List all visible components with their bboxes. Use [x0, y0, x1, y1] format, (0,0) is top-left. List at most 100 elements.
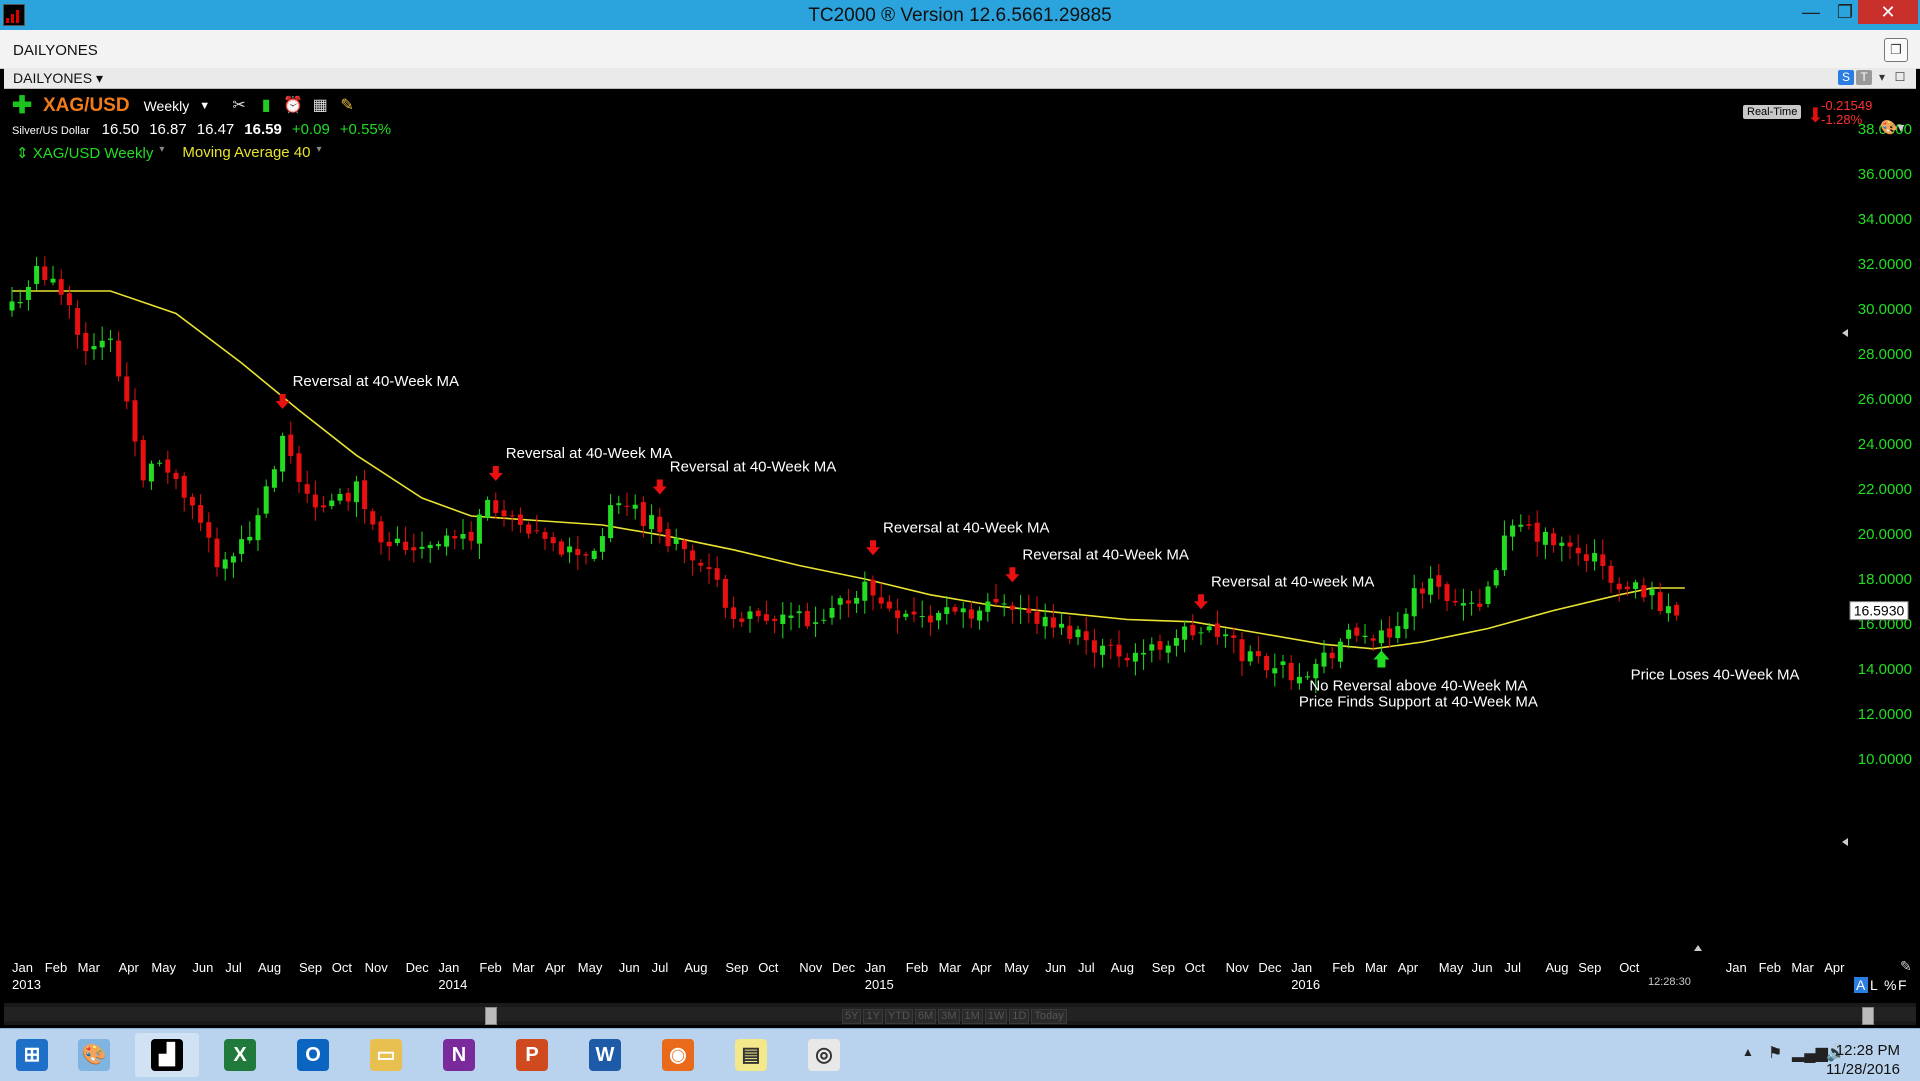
x-tick-label: Mar	[1791, 960, 1814, 975]
tray-expand-icon[interactable]: ▲	[1742, 1045, 1754, 1059]
taskbar-firefox[interactable]: ◉	[646, 1033, 710, 1077]
taskbar-windows-start[interactable]: ⊞	[0, 1033, 64, 1077]
network-icon[interactable]: ▂▄▆	[1792, 1043, 1828, 1063]
taskbar-sticky-notes[interactable]: ▤	[719, 1033, 783, 1077]
candle-body	[362, 480, 368, 510]
candle-body	[271, 469, 277, 488]
price-chart[interactable]: Reversal at 40-Week MAReversal at 40-Wee…	[4, 89, 1916, 1003]
range-button-1d[interactable]: 1D	[1009, 1009, 1030, 1024]
dropdown-icon[interactable]: ▾	[1874, 70, 1890, 85]
range-button-today[interactable]: Today	[1031, 1009, 1067, 1024]
calculator-icon[interactable]: ▦	[310, 96, 330, 116]
taskbar-paint[interactable]: 🎨	[62, 1033, 126, 1077]
restore-window-icon[interactable]: ❐	[1884, 38, 1908, 62]
scroll-right-handle[interactable]	[1862, 1007, 1874, 1025]
taskbar-tc2000[interactable]: ▟	[135, 1033, 199, 1077]
ma-dropdown-icon[interactable]: ▾	[317, 144, 322, 162]
down-arrow-icon	[1194, 594, 1208, 610]
x-tick-label: Dec	[832, 960, 856, 975]
range-button-ytd[interactable]: YTD	[884, 1009, 913, 1024]
close-button[interactable]: ✕	[1858, 0, 1918, 24]
taskbar-excel[interactable]: X	[208, 1033, 272, 1077]
corner-label[interactable]: A	[1856, 977, 1866, 993]
add-plus-icon[interactable]: ✚	[12, 94, 34, 118]
range-button-1y[interactable]: 1Y	[863, 1009, 883, 1024]
taskbar-chrome[interactable]: ◎	[792, 1033, 856, 1077]
candle-body	[1313, 663, 1319, 679]
candle-body	[1149, 644, 1155, 651]
candle-body	[1337, 641, 1343, 662]
candle-body	[1657, 592, 1663, 611]
candle-body	[99, 340, 105, 348]
candle-body	[632, 504, 638, 509]
s-icon[interactable]: S	[1838, 70, 1854, 85]
annotation-label: Reversal at 40-Week MA	[883, 519, 1049, 536]
series-dropdown-icon[interactable]: ▾	[159, 144, 164, 162]
scroll-left-handle[interactable]	[485, 1007, 497, 1025]
candle-body	[1641, 585, 1647, 598]
corner-label[interactable]: F	[1898, 977, 1907, 993]
candle-body	[173, 472, 179, 480]
down-arrow-icon	[866, 540, 880, 556]
t-icon[interactable]: T	[1856, 70, 1872, 85]
candle-body	[665, 529, 671, 547]
taskbar-onenote[interactable]: N	[427, 1033, 491, 1077]
layout-tab[interactable]: DAILYONES	[13, 42, 98, 59]
chart-window-menu[interactable]: DAILYONES ▾	[13, 70, 103, 87]
candle-body	[813, 622, 819, 624]
y-tick-label: 24.0000	[1858, 436, 1912, 453]
time-scrollbar[interactable]: 5Y 1Y YTD 6M 3M 1M 1W 1D Today	[4, 1003, 1916, 1025]
candle-body	[1592, 553, 1598, 562]
symbol-name[interactable]: XAG/USD	[43, 95, 130, 117]
candle-body	[968, 609, 974, 619]
alarm-clock-icon[interactable]: ⏰	[283, 96, 303, 116]
candle-body	[640, 502, 646, 526]
candle-body	[755, 610, 761, 617]
year-label: 2015	[865, 977, 894, 992]
palette-icon[interactable]: 🎨▾	[1880, 119, 1904, 136]
taskbar-outlook[interactable]: O	[281, 1033, 345, 1077]
candle-body	[616, 503, 622, 506]
corner-label[interactable]: L	[1870, 977, 1878, 993]
candle-body	[165, 459, 171, 473]
candle-body	[1567, 542, 1573, 547]
candle-body	[1633, 582, 1639, 590]
candle-body	[1477, 603, 1483, 607]
maximize-chart-icon[interactable]: ☐	[1892, 70, 1908, 85]
range-button-3m[interactable]: 3M	[938, 1009, 960, 1024]
candle-body	[870, 579, 876, 596]
corner-label[interactable]: %	[1884, 977, 1896, 993]
timeframe-selector[interactable]: Weekly	[144, 98, 190, 114]
candle-body	[657, 516, 663, 533]
windows-taskbar: ⊞ 🎨 ▟ X O ▭ N P W ◉ ▤ ◎ ▲ ⚑ ▂▄▆ 🔊 12:28 PM 11/28/20…	[0, 1028, 1920, 1081]
x-tick-label: Jan	[438, 960, 459, 975]
range-button-1w[interactable]: 1W	[984, 1009, 1008, 1024]
candle-body	[476, 514, 482, 544]
candle-body	[42, 266, 48, 280]
edit-pencil-icon: ✎	[1900, 958, 1912, 974]
series-legend[interactable]: ⇕ XAG/USD Weekly	[16, 144, 153, 162]
candle-body	[1518, 524, 1524, 527]
candle-body	[821, 619, 827, 621]
candle-body	[534, 530, 540, 532]
ma-legend[interactable]: Moving Average 40	[182, 144, 310, 162]
timeframe-dropdown-icon[interactable]: ▼	[199, 100, 210, 112]
taskbar-word[interactable]: W	[573, 1033, 637, 1077]
pencil-icon[interactable]: ✎	[337, 96, 357, 116]
candle-body	[854, 597, 860, 604]
flag-icon[interactable]: ⚑	[1768, 1043, 1782, 1063]
clock[interactable]: 12:28 PM 11/28/2016	[1826, 1041, 1900, 1079]
taskbar-powerpoint[interactable]: P	[500, 1033, 564, 1077]
chart-area[interactable]: Reversal at 40-Week MA Reversal at 40-Wee…	[4, 89, 1916, 1003]
taskbar-file-explorer[interactable]: ▭	[354, 1033, 418, 1077]
candle-body	[66, 293, 72, 306]
tools-icon[interactable]: ✂	[229, 96, 249, 116]
candle-body	[1411, 588, 1417, 617]
indicators-icon[interactable]: ▮	[256, 96, 276, 116]
range-button-1m[interactable]: 1M	[961, 1009, 983, 1024]
candle-body	[1485, 586, 1491, 604]
candle-body	[189, 496, 195, 506]
range-button-6m[interactable]: 6M	[914, 1009, 937, 1024]
candle-body	[329, 500, 335, 507]
range-button-5y[interactable]: 5Y	[842, 1009, 862, 1024]
